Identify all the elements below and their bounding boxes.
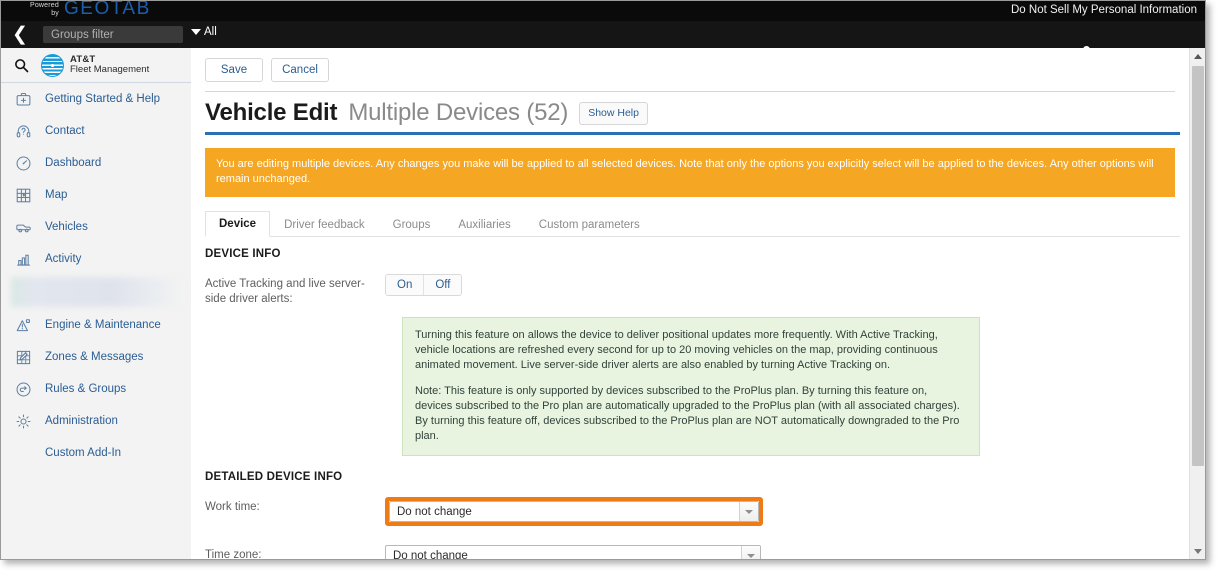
search-icon[interactable] bbox=[1, 58, 41, 73]
geotab-top-bar: Powered by GEOTAB Do Not Sell My Persona… bbox=[1, 1, 1205, 21]
sidebar-item-label: Getting Started & Help bbox=[45, 93, 161, 105]
geotab-wordmark: GEOTAB bbox=[64, 0, 151, 19]
sidebar-item-rules-groups[interactable]: Rules & Groups bbox=[1, 373, 191, 405]
tab-device[interactable]: Device bbox=[205, 211, 271, 237]
main-scroll-area: Save Cancel Vehicle Edit Multiple Device… bbox=[191, 48, 1189, 559]
sidebar-item-label: Administration bbox=[45, 415, 118, 427]
vertical-scrollbar[interactable] bbox=[1189, 48, 1205, 559]
sidebar-item-label: Zones & Messages bbox=[45, 351, 144, 363]
sidebar-item-label: Engine & Maintenance bbox=[45, 319, 161, 331]
tab-driver-feedback[interactable]: Driver feedback bbox=[270, 212, 379, 237]
chevron-up-icon[interactable] bbox=[1190, 48, 1205, 64]
powered-line2: by bbox=[51, 10, 59, 17]
chevron-down-icon[interactable] bbox=[1190, 543, 1205, 559]
groups-all-label: All bbox=[204, 26, 217, 38]
sidebar-item-redacted[interactable] bbox=[11, 277, 183, 307]
sidebar-item-label: Contact bbox=[45, 125, 85, 137]
time-zone-wrap: Do not change bbox=[385, 545, 761, 559]
sidebar-item-zones-messages[interactable]: Zones & Messages bbox=[1, 341, 191, 373]
map-grid-icon bbox=[14, 186, 33, 205]
sidebar-item-label: Activity bbox=[45, 253, 82, 265]
groups-all-dropdown[interactable]: All bbox=[191, 26, 217, 38]
headset-icon bbox=[14, 122, 33, 141]
work-time-label: Work time: bbox=[205, 501, 260, 513]
sidebar-item-label: Rules & Groups bbox=[45, 383, 127, 395]
sidebar-item-activity[interactable]: Activity bbox=[1, 243, 191, 275]
sidebar-item-label: Vehicles bbox=[45, 221, 88, 233]
tab-bar: Device Driver feedback Groups Auxiliarie… bbox=[205, 210, 1180, 237]
arrow-loop-icon bbox=[14, 380, 33, 399]
detailed-device-info-heading: DETAILED DEVICE INFO bbox=[205, 471, 343, 483]
work-time-row: Work time: Do not change bbox=[191, 497, 1189, 526]
tab-auxiliaries[interactable]: Auxiliaries bbox=[444, 212, 524, 237]
page-title-light: Multiple Devices (52) bbox=[348, 99, 569, 126]
work-time-highlight: Do not change bbox=[385, 497, 763, 526]
do-not-sell-link[interactable]: Do Not Sell My Personal Information bbox=[1011, 4, 1197, 16]
tab-custom-parameters[interactable]: Custom parameters bbox=[525, 212, 654, 237]
sidebar-item-contact[interactable]: Contact bbox=[1, 115, 191, 147]
att-globe-icon bbox=[41, 53, 64, 77]
att-brand: AT&T Fleet Management bbox=[41, 53, 150, 77]
chevron-down-icon[interactable] bbox=[739, 502, 758, 521]
chevron-down-icon[interactable] bbox=[741, 546, 760, 559]
device-info-heading: DEVICE INFO bbox=[205, 248, 281, 260]
groups-filter-input[interactable] bbox=[43, 26, 183, 43]
active-tracking-label: Active Tracking and live server-side dri… bbox=[205, 278, 365, 305]
sidebar-item-administration[interactable]: Administration bbox=[1, 405, 191, 437]
powered-by-label: Powered by bbox=[19, 1, 59, 18]
browser-frame: Powered by GEOTAB Do Not Sell My Persona… bbox=[0, 0, 1206, 560]
chevron-left-icon[interactable]: ❮ bbox=[11, 25, 29, 44]
geotab-brand: Powered by GEOTAB bbox=[19, 0, 151, 19]
time-zone-row: Time zone: Do not change bbox=[191, 545, 1189, 559]
chevron-down-icon bbox=[191, 29, 201, 35]
toggle-on-button[interactable]: On bbox=[386, 275, 424, 295]
sidebar-header: AT&T Fleet Management bbox=[1, 48, 191, 83]
work-time-value: Do not change bbox=[397, 505, 472, 518]
nav-second-bar: ❮ All Support Attsalesdemo 0 Notificatio… bbox=[1, 21, 1205, 63]
info-paragraph-1: Turning this feature on allows the devic… bbox=[415, 329, 938, 371]
app-window: Powered by GEOTAB Do Not Sell My Persona… bbox=[0, 0, 1218, 572]
first-aid-kit-icon bbox=[14, 90, 33, 109]
bar-chart-icon bbox=[14, 250, 33, 269]
sidebar-item-dashboard[interactable]: Dashboard bbox=[1, 147, 191, 179]
save-button[interactable]: Save bbox=[205, 58, 263, 82]
pencil-grid-icon bbox=[14, 348, 33, 367]
active-tracking-toggle[interactable]: On Off bbox=[385, 274, 463, 296]
warning-triangle-icon bbox=[14, 316, 33, 335]
show-help-button[interactable]: Show Help bbox=[579, 101, 648, 125]
tab-groups[interactable]: Groups bbox=[379, 212, 445, 237]
work-time-dropdown[interactable]: Do not change bbox=[389, 501, 759, 522]
sidebar-item-getting-started[interactable]: Getting Started & Help bbox=[1, 83, 191, 115]
time-zone-value: Do not change bbox=[393, 549, 468, 560]
sidebar-item-map[interactable]: Map bbox=[1, 179, 191, 211]
page-title: Vehicle Edit Multiple Devices (52) Show … bbox=[191, 92, 1189, 127]
gear-icon bbox=[14, 412, 33, 431]
sidebar-item-label: Custom Add-In bbox=[45, 447, 122, 459]
sidebar-item-vehicles[interactable]: Vehicles bbox=[1, 211, 191, 243]
multi-edit-warning-banner: You are editing multiple devices. Any ch… bbox=[205, 148, 1175, 197]
title-underline bbox=[205, 132, 1180, 135]
gauge-icon bbox=[14, 154, 33, 173]
powered-line1: Powered bbox=[29, 2, 59, 9]
action-toolbar: Save Cancel bbox=[191, 48, 1189, 86]
time-zone-dropdown[interactable]: Do not change bbox=[385, 545, 761, 559]
toggle-off-button[interactable]: Off bbox=[423, 275, 462, 295]
active-tracking-info-box: Turning this feature on allows the devic… bbox=[402, 317, 980, 456]
sidebar-item-engine-maintenance[interactable]: Engine & Maintenance bbox=[1, 309, 191, 341]
sidebar: AT&T Fleet Management Getting Started & … bbox=[1, 48, 192, 559]
cancel-button[interactable]: Cancel bbox=[271, 58, 329, 82]
info-paragraph-2: Note: This feature is only supported by … bbox=[415, 385, 960, 442]
main-content: Save Cancel Vehicle Edit Multiple Device… bbox=[191, 48, 1205, 559]
scrollbar-thumb[interactable] bbox=[1192, 66, 1204, 466]
truck-icon bbox=[14, 218, 33, 237]
sidebar-item-label: Map bbox=[45, 189, 68, 201]
sidebar-item-custom-addin[interactable]: Custom Add-In bbox=[1, 437, 191, 469]
time-zone-label: Time zone: bbox=[205, 549, 262, 559]
page-title-bold: Vehicle Edit bbox=[205, 99, 338, 126]
sidebar-item-label: Dashboard bbox=[45, 157, 102, 169]
active-tracking-row: Active Tracking and live server-side dri… bbox=[191, 274, 1189, 307]
att-brand-line2: Fleet Management bbox=[70, 64, 150, 75]
